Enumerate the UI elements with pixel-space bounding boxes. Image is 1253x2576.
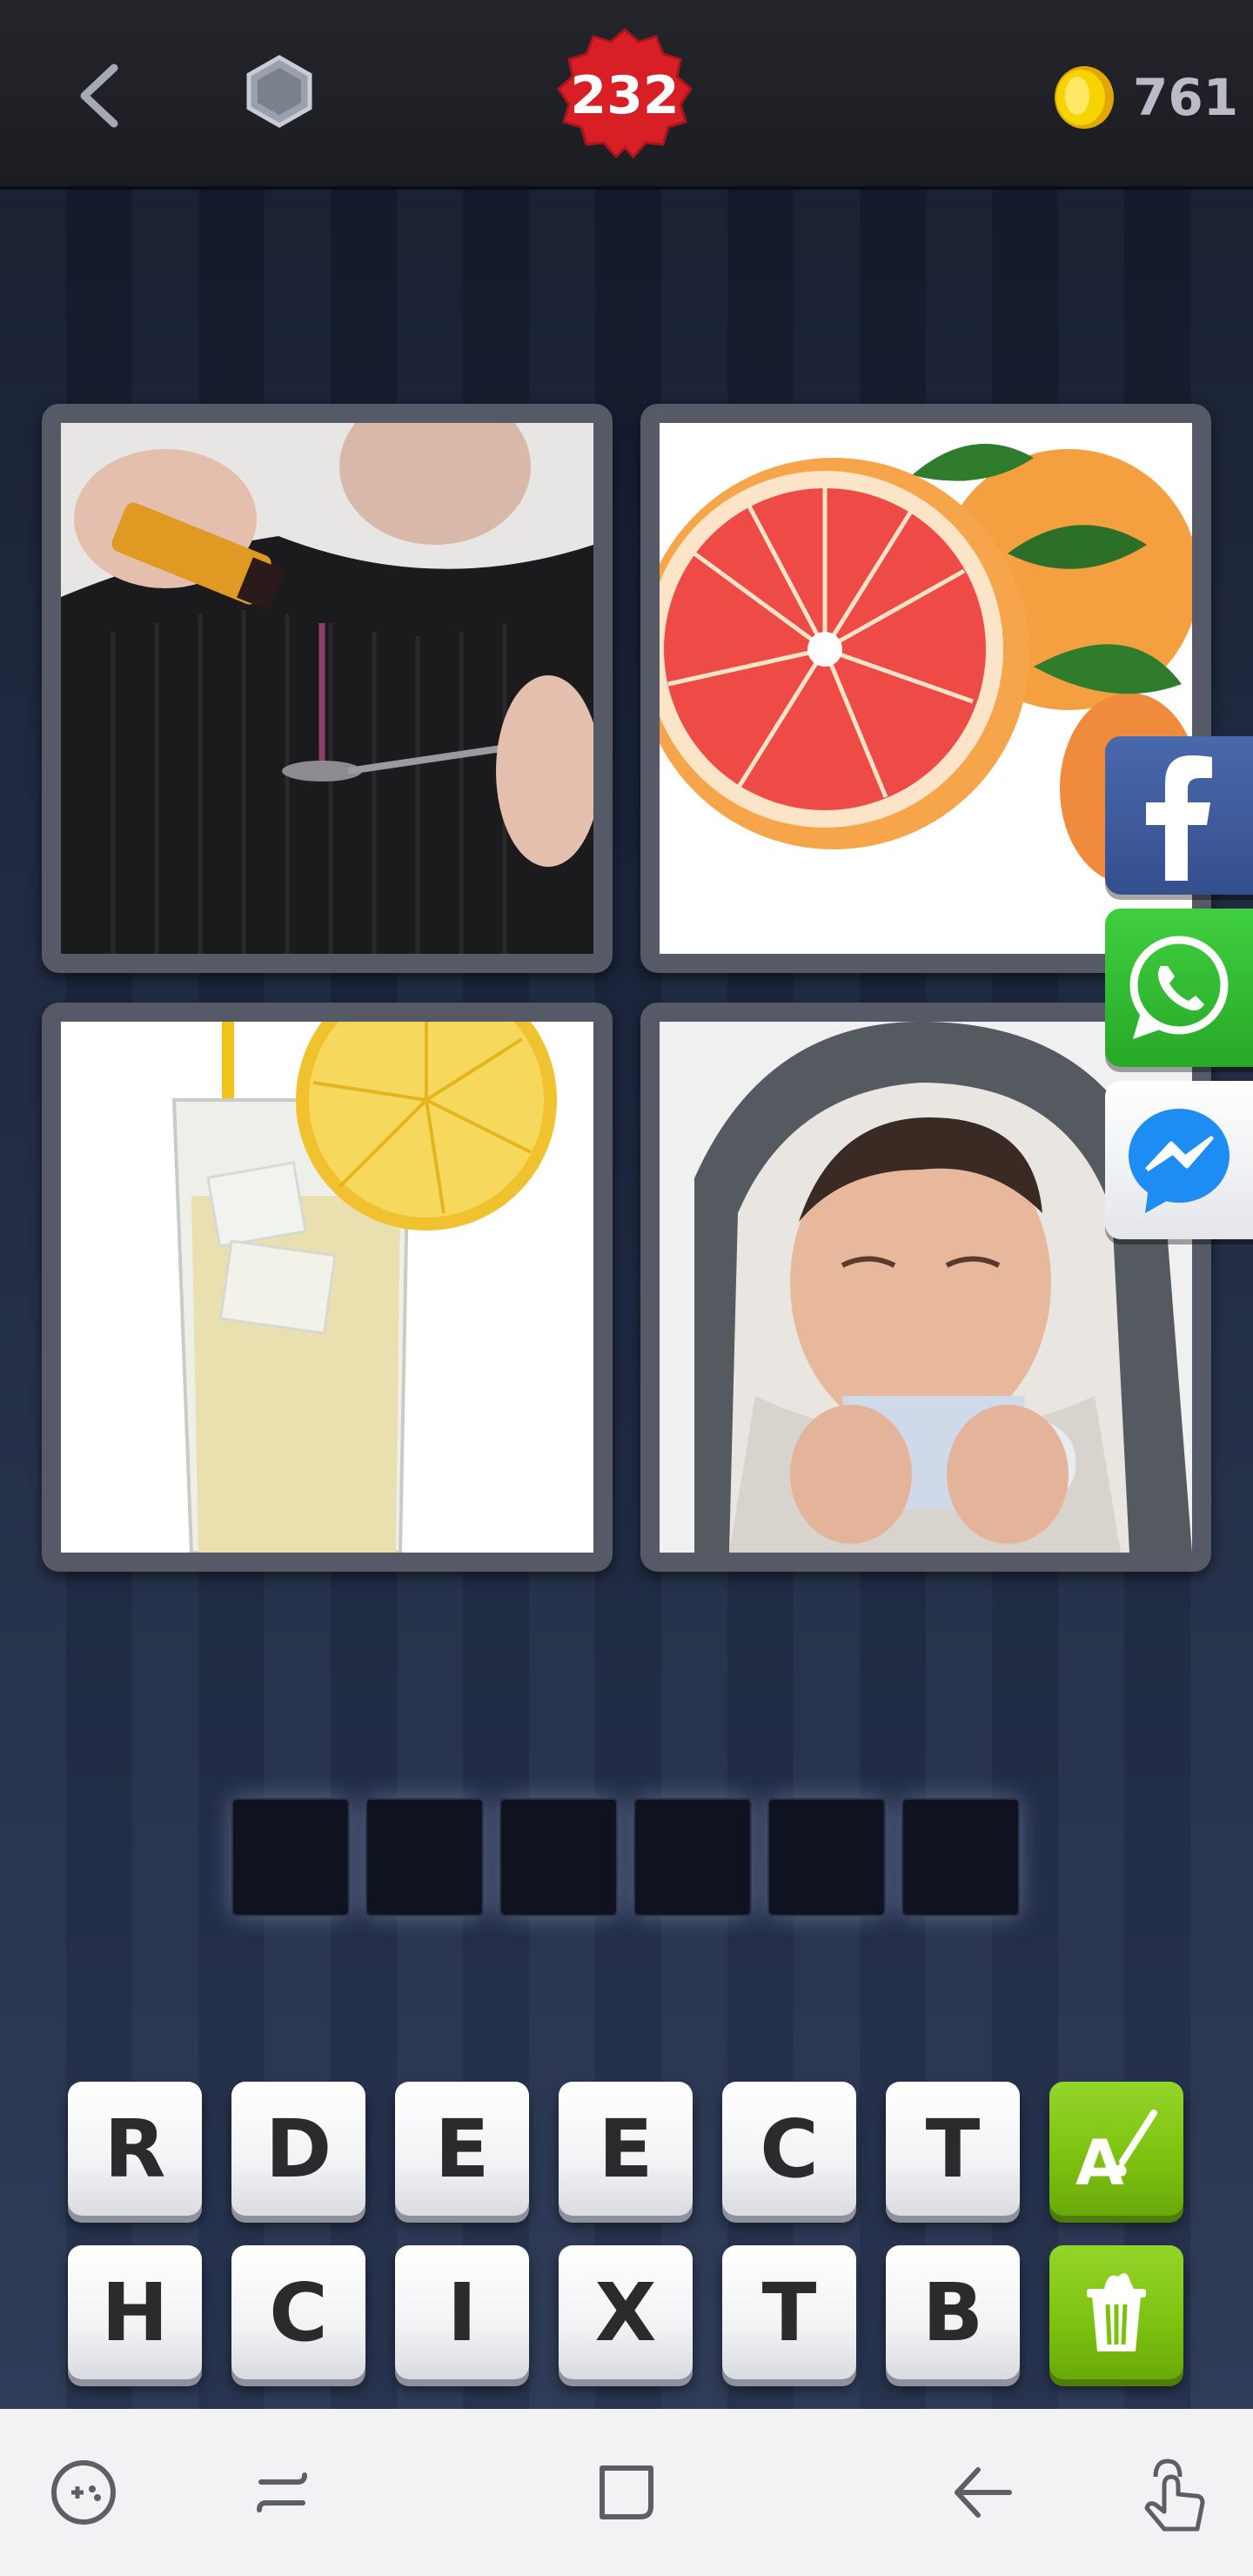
messenger-icon <box>1129 1109 1230 1213</box>
picture-tile-3[interactable] <box>42 1003 613 1572</box>
chevron-left-icon <box>80 64 118 128</box>
game-launcher-icon <box>51 2460 116 2525</box>
answer-slots <box>231 1798 1020 1916</box>
home-button[interactable] <box>578 2444 675 2541</box>
game-launcher-button[interactable] <box>35 2444 132 2541</box>
messenger-share-button[interactable] <box>1105 1081 1253 1239</box>
whatsapp-share-button[interactable] <box>1105 909 1253 1067</box>
level-number: 232 <box>570 65 680 126</box>
hexagon-gem-icon <box>246 55 312 128</box>
answer-slot[interactable] <box>499 1798 618 1916</box>
letter-key[interactable]: T <box>886 2082 1020 2216</box>
system-navigation-bar <box>0 2409 1253 2576</box>
answer-slot[interactable] <box>901 1798 1020 1916</box>
letter-key[interactable]: R <box>68 2082 202 2216</box>
letter-key[interactable]: T <box>722 2245 856 2379</box>
recents-button[interactable] <box>233 2444 331 2541</box>
back-button[interactable] <box>61 52 139 139</box>
back-icon <box>955 2467 1012 2518</box>
remove-letters-trash-icon <box>1087 2273 1146 2351</box>
hint-button[interactable] <box>240 50 318 138</box>
recents-icon <box>257 2472 307 2512</box>
coin-count: 761 <box>1133 68 1239 127</box>
answer-slot[interactable] <box>365 1798 484 1916</box>
coin-icon <box>1055 66 1114 129</box>
back-nav-button[interactable] <box>935 2444 1032 2541</box>
facebook-icon <box>1146 755 1212 881</box>
svg-text:A: A <box>1075 2126 1124 2197</box>
facebook-share-button[interactable] <box>1105 736 1253 895</box>
answer-slot[interactable] <box>231 1798 350 1916</box>
whatsapp-icon <box>1129 936 1229 1039</box>
letter-key[interactable]: C <box>231 2245 365 2379</box>
letter-key[interactable]: H <box>68 2245 202 2379</box>
picture-lemonade <box>61 1022 593 1553</box>
reveal-letter-button[interactable]: A <box>1049 2082 1183 2216</box>
letter-key[interactable]: B <box>886 2245 1020 2379</box>
letter-key[interactable]: E <box>395 2082 529 2216</box>
home-icon <box>600 2465 653 2519</box>
picture-syrup <box>61 423 593 954</box>
letter-key[interactable]: C <box>722 2082 856 2216</box>
letter-key[interactable]: D <box>231 2082 365 2216</box>
letter-key[interactable]: I <box>395 2245 529 2379</box>
reveal-letter-brush-icon: A <box>1075 2110 1157 2197</box>
assistant-touch-icon <box>1144 2459 1205 2532</box>
picture-tile-1[interactable] <box>42 404 613 973</box>
remove-letters-button[interactable] <box>1049 2245 1183 2379</box>
top-bar: 232 761 <box>0 0 1253 190</box>
letter-key[interactable]: X <box>559 2245 693 2379</box>
answer-slot[interactable] <box>767 1798 886 1916</box>
letter-key[interactable]: E <box>559 2082 693 2216</box>
answer-slot[interactable] <box>633 1798 752 1916</box>
assistant-touch-button[interactable] <box>1122 2444 1220 2541</box>
